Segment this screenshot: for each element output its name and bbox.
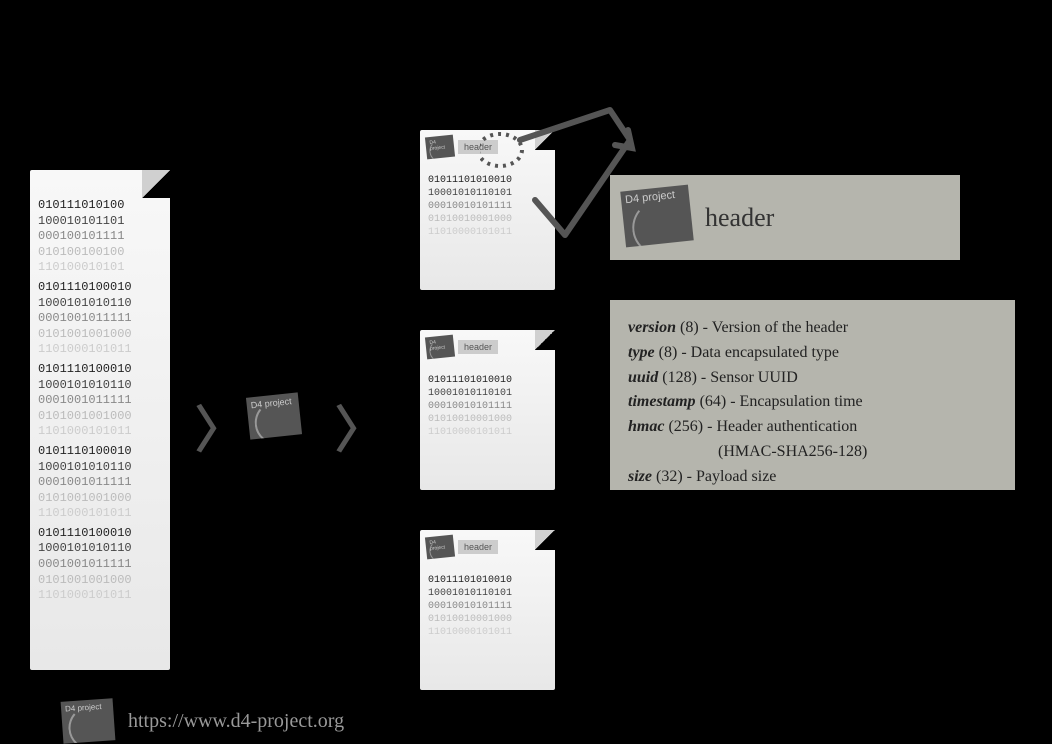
binary-data: 010111010100 100010101101 000100101111 0… [30,190,170,616]
field-hmac: hmac (256) - Header authentication [628,415,997,440]
field-uuid: uuid (128) - Sensor UUID [628,366,997,391]
input-stream-file: 010111010100 100010101101 000100101111 0… [30,170,170,670]
d4-logo-icon: D4 project [61,698,116,744]
binary-data: 01011101010010 10001010110101 0001001010… [420,566,555,647]
encapsulated-packet-3: D4 project header 01011101010010 1000101… [420,530,555,690]
binary-data: 01011101010010 10001010110101 0001001010… [420,366,555,447]
header-title: header [705,203,774,233]
header-label: header [458,340,498,354]
field-type: type (8) - Data encapsulated type [628,341,997,366]
chevron-right-icon: 〉 [335,390,385,462]
field-size: size (32) - Payload size [628,465,997,490]
d4-logo-icon: D4 project [425,135,455,160]
packet-header: D4 project header [426,336,498,358]
d4-logo-icon: D4 project [246,392,302,439]
encapsulated-packet-2: D4 project header 01011101010010 1000101… [420,330,555,490]
d4-logo-icon: D4 project [425,335,455,360]
header-fields-box: version (8) - Version of the header type… [610,300,1015,490]
header-label: header [458,540,498,554]
d4-logo-icon: D4 project [620,185,693,248]
field-hmac-sub: (HMAC-SHA256-128) [628,440,997,465]
footer: D4 project https://www.d4-project.org [62,700,344,742]
d4-logo-icon: D4 project [425,535,455,560]
field-version: version (8) - Version of the header [628,316,997,341]
field-timestamp: timestamp (64) - Encapsulation time [628,390,997,415]
chevron-right-icon: 〉 [195,390,245,462]
packet-header: D4 project header [426,536,498,558]
footer-url: https://www.d4-project.org [128,710,344,733]
